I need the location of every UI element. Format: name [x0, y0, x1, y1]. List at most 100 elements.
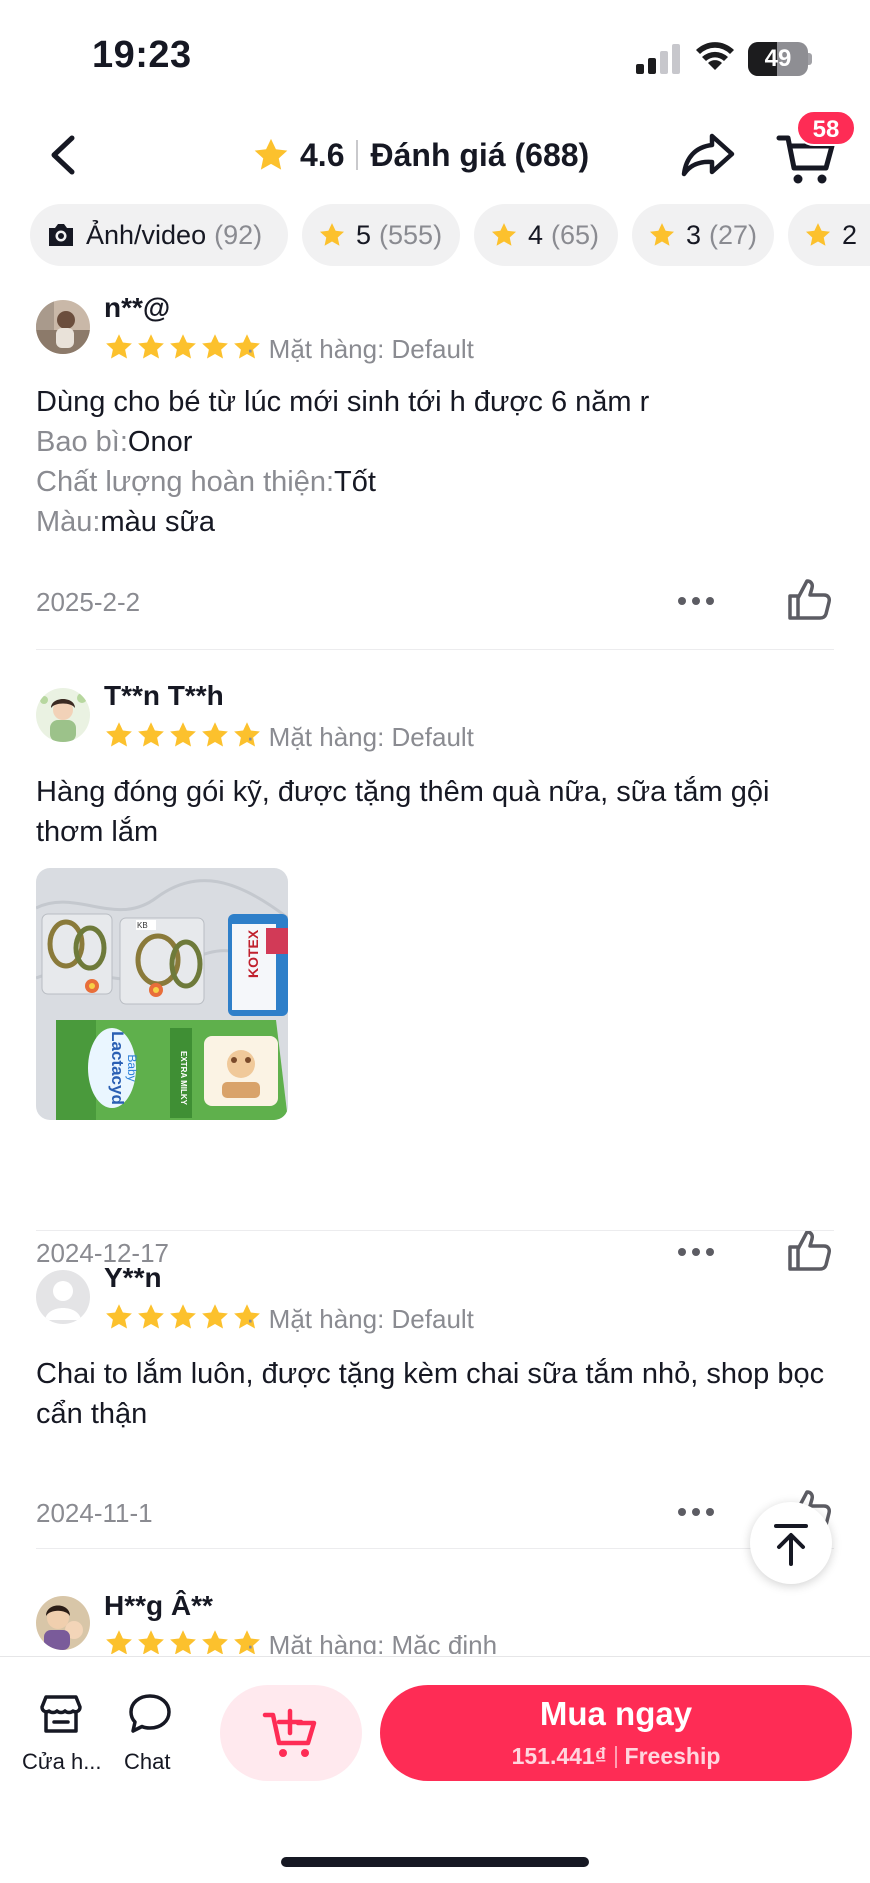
buy-now-button[interactable]: Mua ngay 151.441₫ Freeship [380, 1685, 852, 1781]
star-icon [170, 722, 196, 747]
reviewer-name: n**@ [104, 292, 171, 323]
review-text: Chai to lắm luôn, được tặng kèm chai sữa… [36, 1358, 825, 1430]
battery-percent: 49 [764, 45, 792, 72]
buy-now-label: Mua ngay [539, 1695, 693, 1732]
review-attribute: Chất lượng hoàn thiện:Tốt [36, 462, 376, 502]
battery-icon: 49 [748, 42, 812, 76]
review-item: n**@ · Mặt hàng: Default Dùng cho bé từ l… [0, 270, 870, 650]
avatar[interactable] [36, 1596, 90, 1650]
filter-5-star[interactable]: 5 (555) [302, 204, 460, 266]
scroll-to-top-button[interactable] [750, 1502, 832, 1584]
variant-text: · Mặt hàng: Default [246, 334, 474, 364]
filter-count: (92) [214, 219, 263, 250]
price-info: 151.441₫ Freeship [380, 1743, 852, 1770]
star-icon [202, 1630, 228, 1654]
attribute-value: Onor [127, 426, 193, 458]
home-indicator [281, 1857, 589, 1867]
star-icon [319, 223, 345, 246]
attribute-value: Tốt [334, 466, 376, 498]
brand-label: KOTEX [245, 929, 261, 978]
star-icon [138, 1304, 164, 1329]
add-to-cart-button[interactable] [220, 1685, 362, 1781]
pack-label: EXTRA MILKY [179, 1051, 188, 1106]
star-icon [106, 334, 132, 359]
wifi-icon [696, 42, 734, 70]
star-icon [106, 722, 132, 747]
reviewer-name: H**g Â** [104, 1590, 213, 1621]
filter-4-star[interactable]: 4 (65) [474, 204, 618, 266]
avatar[interactable] [36, 1270, 90, 1324]
reviews-title: Đánh giá (688) [370, 136, 590, 173]
review-date: 2024-11-1 [36, 1498, 153, 1528]
shop-label: Cửa h... [22, 1749, 102, 1774]
shop-button[interactable]: Cửa h... [16, 1693, 106, 1783]
star-icon [491, 223, 517, 246]
variant-text: · Mặt hàng: Default [246, 1304, 474, 1334]
chat-label: Chat [124, 1749, 171, 1774]
review-attribute: Màu:màu sữa [36, 502, 215, 542]
star-icon [202, 334, 228, 359]
more-options-icon[interactable] [676, 1505, 716, 1519]
share-icon[interactable] [680, 130, 736, 180]
filter-label: 5 [356, 219, 372, 250]
filter-count: (555) [379, 219, 443, 250]
more-options-icon[interactable] [676, 594, 716, 608]
filter-label: 3 [686, 219, 702, 250]
shipping-label: Freeship [624, 1743, 721, 1769]
star-icon [170, 334, 196, 359]
star-icon [202, 722, 228, 747]
variant-label: Mặt hàng: Mặc định [268, 1630, 498, 1654]
thumbs-up-icon[interactable] [786, 576, 832, 622]
avatar[interactable] [36, 688, 90, 742]
review-item: H**g Â** · Mặt hàng: Mặc định [0, 1540, 870, 1654]
back-arrow-icon[interactable] [44, 132, 84, 178]
variant-label: Mặt hàng: Default [268, 334, 474, 364]
variant-text: · Mặt hàng: Default [246, 722, 474, 752]
chat-button[interactable]: Chat [118, 1693, 180, 1783]
filter-2-star[interactable]: 2 [788, 204, 870, 266]
camera-icon [49, 224, 73, 246]
attribute-value: màu sữa [100, 506, 215, 538]
variant-text: · Mặt hàng: Mặc định [246, 1630, 497, 1654]
review-item: T**n T**h · Mặt hàng: Default Hàng đóng g… [0, 650, 870, 1271]
brand-label: Lactacyd [108, 1031, 127, 1105]
star-rating [104, 1302, 264, 1332]
star-icon [202, 1304, 228, 1329]
attribute-key: Chất lượng hoàn thiện: [36, 466, 335, 498]
star-icon [170, 1304, 196, 1329]
avatar[interactable] [36, 300, 90, 354]
filter-3-star[interactable]: 3 (27) [632, 204, 774, 266]
average-rating: 4.6 [300, 136, 345, 173]
filter-count: (65) [551, 219, 600, 250]
bottom-action-bar: Cửa h... Chat Mua ngay 151.441₫ Freeship [0, 1656, 870, 1883]
review-list[interactable]: n**@ · Mặt hàng: Default Dùng cho bé từ l… [0, 270, 870, 1654]
top-nav: 4.6 Đánh giá (688) 58 [0, 110, 870, 200]
variant-label: Mặt hàng: Default [268, 722, 474, 752]
brand-sub-label: Baby [125, 1054, 139, 1081]
filter-label: 2 [842, 219, 858, 250]
chat-bubble-icon [129, 1694, 171, 1733]
status-bar: 19:23 49 [0, 0, 870, 110]
review-photo[interactable]: KB KOTEX Lactacyd Baby EXTRA MILKY [36, 868, 288, 1120]
star-icon [138, 1630, 164, 1654]
review-text: Dùng cho bé từ lúc mới sinh tới h được 6… [36, 386, 650, 418]
attribute-key: Bao bì: [36, 426, 128, 458]
filter-count: (27) [709, 219, 758, 250]
review-text: Hàng đóng gói kỹ, được tặng thêm quà nữa… [36, 776, 770, 848]
star-rating [104, 720, 264, 750]
star-icon [649, 223, 675, 246]
page-title: 4.6 Đánh giá (688) [252, 130, 589, 180]
reviewer-name: Y**n [104, 1262, 162, 1293]
star-icon [138, 334, 164, 359]
price: 151.441₫ [511, 1743, 607, 1769]
review-attribute: Bao bì:Onor [36, 422, 192, 462]
star-icon [138, 722, 164, 747]
svg-text:KB: KB [137, 921, 148, 930]
reviewer-name: T**n T**h [104, 680, 224, 711]
star-icon [254, 138, 288, 170]
filter-photo-video[interactable]: Ảnh/video (92) [30, 204, 288, 266]
cart-count-badge: 58 [796, 110, 856, 146]
arrow-up-icon [774, 1524, 808, 1566]
review-date: 2025-2-2 [36, 587, 141, 617]
shop-icon [40, 1695, 82, 1733]
